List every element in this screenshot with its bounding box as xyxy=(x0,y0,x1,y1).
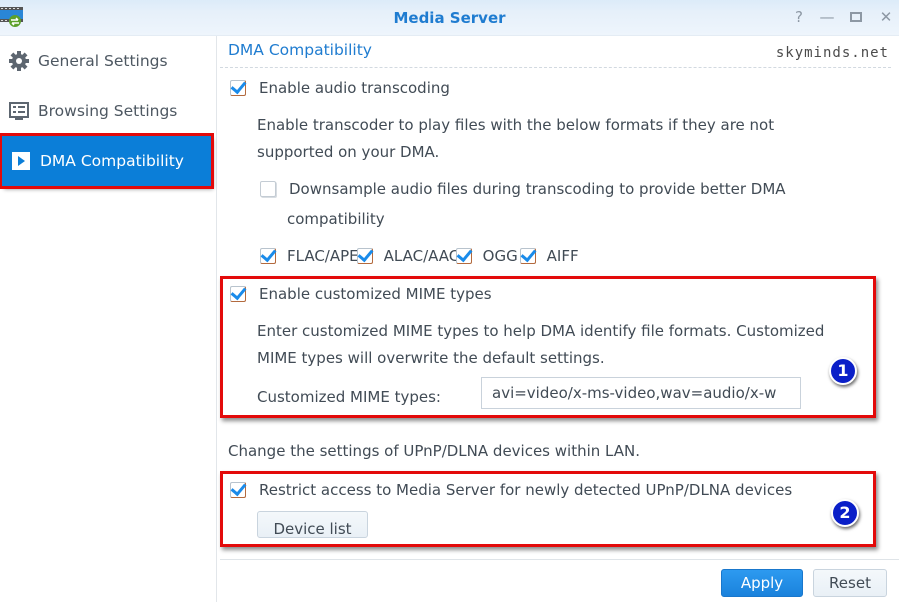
format-flac-ape[interactable]: FLAC/APE xyxy=(260,247,359,265)
sidebar-item-general-settings[interactable]: General Settings xyxy=(0,36,216,86)
sidebar-item-label: General Settings xyxy=(38,52,168,70)
help-button[interactable]: ? xyxy=(789,7,809,27)
annotation-badge-2: 2 xyxy=(831,499,859,527)
maximize-icon xyxy=(850,12,862,22)
title-bar: Media Server ? — ✕ xyxy=(0,0,899,36)
browse-list-icon xyxy=(8,100,30,122)
custom-mime-checkbox[interactable] xyxy=(230,286,246,302)
section-divider xyxy=(220,67,891,68)
close-button[interactable]: ✕ xyxy=(876,7,896,27)
audio-transcoding-label: Enable audio transcoding xyxy=(259,79,450,97)
mime-field-label: Customized MIME types: xyxy=(257,388,441,406)
format-checkbox[interactable] xyxy=(455,248,472,264)
mime-description-line1: Enter customized MIME types to help DMA … xyxy=(257,322,825,340)
custom-mime-label: Enable customized MIME types xyxy=(259,285,492,303)
format-checkbox[interactable] xyxy=(519,248,536,264)
section-title: DMA Compatibility xyxy=(228,41,372,59)
restrict-access-option[interactable]: Restrict access to Media Server for newl… xyxy=(230,481,792,499)
downsample-label: Downsample audio files during transcodin… xyxy=(289,180,786,198)
restrict-access-label: Restrict access to Media Server for newl… xyxy=(259,481,793,499)
minimize-button[interactable]: — xyxy=(817,7,837,27)
upnp-description: Change the settings of UPnP/DLNA devices… xyxy=(228,442,640,460)
format-options: FLAC/APE ALAC/AAC OGG AIFF xyxy=(260,247,579,265)
format-aiff[interactable]: AIFF xyxy=(519,247,579,265)
downsample-checkbox[interactable] xyxy=(260,181,276,197)
footer-divider xyxy=(220,559,899,560)
format-alac-aac[interactable]: ALAC/AAC xyxy=(356,247,460,265)
format-checkbox[interactable] xyxy=(356,248,373,264)
maximize-button[interactable] xyxy=(846,7,866,27)
apply-button[interactable]: Apply xyxy=(721,569,803,597)
transcoding-description-line1: Enable transcoder to play files with the… xyxy=(257,116,775,134)
watermark: skyminds.net xyxy=(775,45,889,61)
window-title: Media Server xyxy=(393,9,506,27)
main-panel: DMA Compatibility skyminds.net Enable au… xyxy=(218,36,899,602)
annotation-badge-1: 1 xyxy=(829,357,857,385)
downsample-option[interactable]: Downsample audio files during transcodin… xyxy=(260,180,786,198)
restrict-access-checkbox[interactable] xyxy=(230,482,246,498)
sidebar-item-browsing-settings[interactable]: Browsing Settings xyxy=(0,86,216,136)
sidebar-item-label: DMA Compatibility xyxy=(40,152,184,170)
audio-transcoding-checkbox[interactable] xyxy=(230,80,246,96)
custom-mime-option[interactable]: Enable customized MIME types xyxy=(230,285,492,303)
transcoding-description-line2: supported on your DMA. xyxy=(257,143,440,161)
device-list-button[interactable]: Device list xyxy=(257,511,368,538)
format-ogg[interactable]: OGG xyxy=(455,247,520,265)
play-icon xyxy=(10,150,32,172)
gear-icon xyxy=(8,50,30,72)
downsample-label-line2: compatibility xyxy=(287,210,385,228)
sidebar-item-label: Browsing Settings xyxy=(38,102,178,120)
sidebar: General Settings Browsing Settings DMA C… xyxy=(0,36,217,602)
mime-description-line2: MIME types will overwrite the default se… xyxy=(257,349,605,367)
audio-transcoding-option[interactable]: Enable audio transcoding xyxy=(230,79,450,97)
sidebar-item-dma-compatibility[interactable]: DMA Compatibility xyxy=(0,133,214,189)
reset-button[interactable]: Reset xyxy=(813,569,887,597)
format-checkbox[interactable] xyxy=(260,248,276,264)
mime-types-input[interactable] xyxy=(481,377,801,409)
